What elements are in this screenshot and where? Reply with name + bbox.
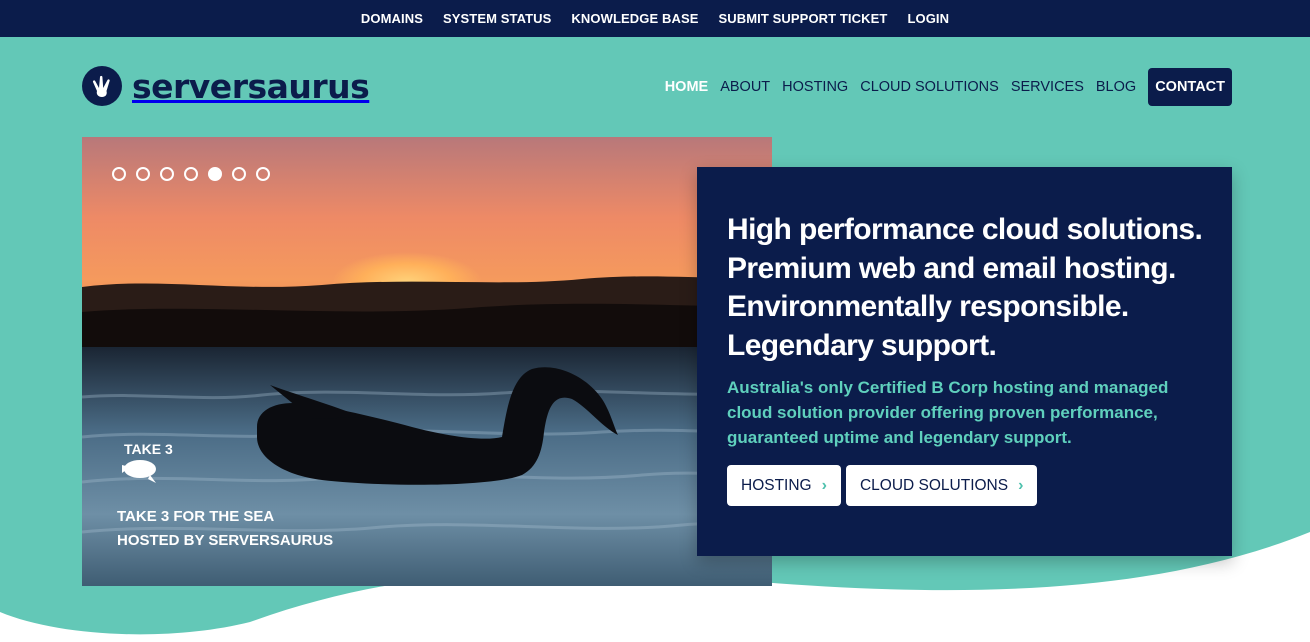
hero-buttons: HOSTING › CLOUD SOLUTIONS › [727,465,1202,506]
hero-subtext: Australia's only Certified B Corp hostin… [727,378,1169,447]
topnav-login[interactable]: LOGIN [907,11,949,26]
slider-dot[interactable] [232,167,246,181]
cloud-solutions-button[interactable]: CLOUD SOLUTIONS › [845,465,1038,506]
nav-blog[interactable]: BLOG [1096,79,1136,95]
chevron-right-icon: › [1018,476,1024,494]
topnav-knowledge-base[interactable]: KNOWLEDGE BASE [571,11,698,26]
nav-contact-button[interactable]: CONTACT [1148,68,1232,106]
hosting-button-label: HOSTING [741,476,812,494]
logo-wordmark: serversaurus [132,66,370,106]
nav-cloud-solutions[interactable]: CLOUD SOLUTIONS [860,79,999,95]
slider-dot[interactable] [160,167,174,181]
hosting-button[interactable]: HOSTING › [727,465,841,506]
slide-caption: TAKE 3 FOR THE SEA HOSTED BY SERVERSAURU… [117,505,333,553]
topnav-system-status[interactable]: SYSTEM STATUS [443,11,551,26]
take3-logo-text: TAKE 3 [124,441,173,457]
nav-home[interactable]: HOME [665,79,709,95]
nav-hosting[interactable]: HOSTING [782,79,848,95]
slider-dot[interactable] [256,167,270,181]
hero-panel: High performance cloud solutions. Premiu… [697,167,1232,556]
hero-slider[interactable]: TAKE 3 TAKE 3 FOR THE SEA HOSTED BY SERV… [82,137,772,586]
slider-dot[interactable] [184,167,198,181]
hero-headline: High performance cloud solutions. Premiu… [727,211,1203,365]
headline-line: Environmentally responsible. [727,290,1129,323]
topnav-submit-ticket[interactable]: SUBMIT SUPPORT TICKET [719,11,888,26]
top-utility-nav: DOMAINS SYSTEM STATUS KNOWLEDGE BASE SUB… [0,0,1310,37]
slide-caption-line2: HOSTED BY SERVERSAURUS [117,532,334,549]
slider-dot-active[interactable] [208,167,222,181]
topnav-domains[interactable]: DOMAINS [361,11,423,26]
headline-line: Premium web and email hosting. [727,251,1176,285]
site-logo[interactable]: serversaurus [82,66,370,106]
cloud-solutions-button-label: CLOUD SOLUTIONS [859,476,1009,494]
nav-about[interactable]: ABOUT [720,79,770,95]
dinosaur-footprint-icon [82,66,122,106]
headline-line: High performance cloud solutions. [727,213,1203,246]
nav-services[interactable]: SERVICES [1011,79,1084,95]
slider-pagination [112,167,270,181]
slider-dot[interactable] [136,167,150,181]
chevron-right-icon: › [821,476,827,494]
slider-dot[interactable] [112,167,126,181]
headline-line: Legendary support. [727,328,997,362]
main-nav: HOME ABOUT HOSTING CLOUD SOLUTIONS SERVI… [653,68,1232,106]
slide-caption-line1: TAKE 3 FOR THE SEA [117,508,275,525]
